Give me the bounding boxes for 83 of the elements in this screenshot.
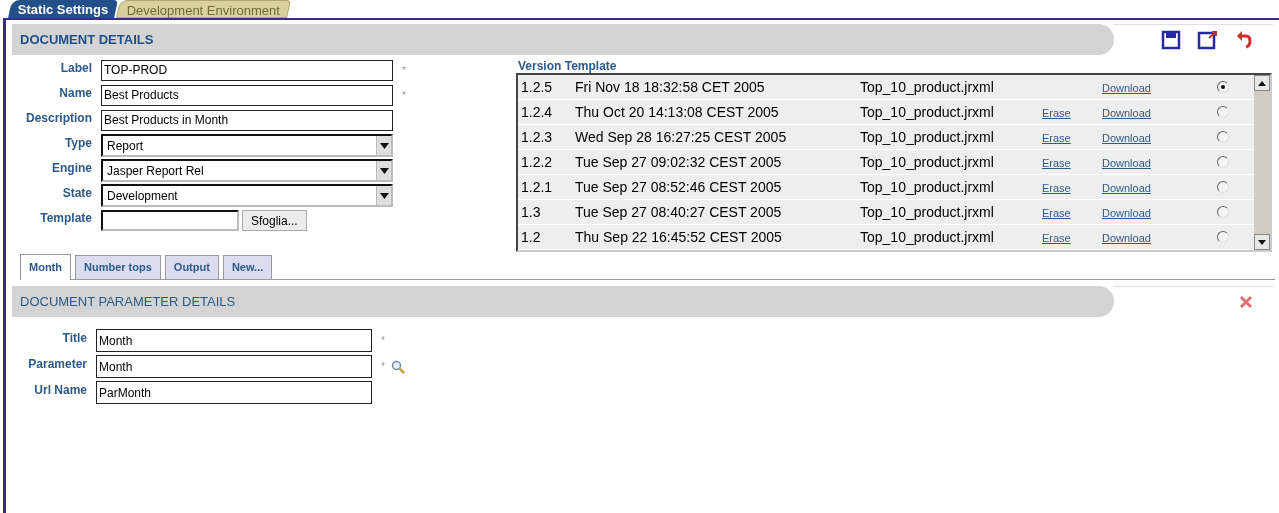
field-label: Template: [39, 210, 93, 227]
browse-button[interactable]: Sfoglia...: [242, 210, 307, 231]
section-title: DOCUMENT DETAILS: [20, 30, 154, 49]
file-cell-text: Top_10_product.jrxml: [860, 227, 995, 247]
file-cell-text: Top_10_product.jrxml: [860, 202, 995, 222]
field-label: Type: [63, 135, 93, 152]
radio-button[interactable]: [1217, 181, 1229, 193]
field-label: Label: [59, 60, 93, 77]
radio-button[interactable]: [1217, 156, 1229, 168]
save-icon[interactable]: [1161, 30, 1181, 50]
radio-button[interactable]: [1217, 131, 1229, 143]
field-label: Title: [61, 330, 88, 347]
text-field[interactable]: Best Products: [101, 85, 393, 106]
erase-link[interactable]: Erase: [1042, 156, 1071, 169]
download-link[interactable]: Download: [1102, 156, 1151, 169]
version-cell-text: 1.2.2: [520, 152, 554, 172]
file-cell-text: Top_10_product.jrxml: [860, 102, 995, 122]
main-tab[interactable]: Development Environment: [116, 0, 292, 18]
field-label: Engine: [51, 160, 93, 177]
scroll-up-arrow-icon[interactable]: [1258, 80, 1266, 86]
text-field[interactable]: Best Products in Month: [101, 110, 393, 131]
download-link[interactable]: Download: [1102, 231, 1151, 244]
parameter-tab[interactable]: Output: [164, 255, 219, 279]
parameter-tab[interactable]: Month: [20, 254, 71, 280]
date-cell-text: Fri Nov 18 18:32:58 CET 2005: [575, 77, 766, 97]
date-cell-text: Thu Sep 22 16:45:52 CEST 2005: [575, 227, 783, 247]
radio-button[interactable]: [1217, 106, 1229, 118]
download-link[interactable]: Download: [1102, 81, 1151, 94]
date-cell-text: Tue Sep 27 08:52:46 CEST 2005: [575, 177, 783, 197]
version-cell-text: 1.3: [520, 202, 542, 222]
field-label: State: [61, 185, 93, 202]
download-link[interactable]: Download: [1102, 106, 1151, 119]
erase-link[interactable]: Erase: [1042, 206, 1071, 219]
date-cell-text: Tue Sep 27 08:40:27 CEST 2005: [575, 202, 783, 222]
file-cell-text: Top_10_product.jrxml: [860, 177, 995, 197]
delete-icon[interactable]: [1239, 295, 1253, 309]
version-cell-text: 1.2.5: [520, 77, 554, 97]
field-label: Parameter: [27, 356, 88, 373]
erase-link[interactable]: Erase: [1042, 231, 1071, 244]
required-mark: *: [381, 360, 385, 374]
scroll-down-arrow-icon[interactable]: [1258, 239, 1266, 245]
download-link[interactable]: Download: [1102, 131, 1151, 144]
main-tab[interactable]: Static Settings: [8, 0, 119, 18]
version-cell-text: 1.2.1: [520, 177, 554, 197]
table-title: Version Template: [518, 58, 618, 73]
text-field[interactable]: ParMonth: [96, 381, 372, 404]
text-field[interactable]: Month: [96, 329, 372, 352]
download-link[interactable]: Download: [1102, 206, 1151, 219]
date-cell-text: Wed Sep 28 16:27:25 CEST 2005: [575, 127, 788, 147]
parameter-tab[interactable]: Number tops: [75, 255, 161, 279]
download-link[interactable]: Download: [1102, 181, 1151, 194]
file-path-field[interactable]: [101, 210, 239, 231]
dropdown[interactable]: Report: [101, 134, 393, 157]
text-field[interactable]: Month: [96, 355, 372, 378]
required-mark: *: [402, 64, 406, 78]
dropdown[interactable]: Jasper Report Rel: [101, 159, 393, 182]
radio-button[interactable]: [1217, 206, 1229, 218]
scrollbar[interactable]: [1254, 75, 1270, 250]
required-mark: *: [381, 334, 385, 348]
radio-button[interactable]: [1217, 81, 1229, 93]
file-cell-text: Top_10_product.jrxml: [860, 77, 995, 97]
version-cell-text: 1.2: [520, 227, 542, 247]
required-mark: *: [402, 89, 406, 103]
date-cell-text: Thu Oct 20 14:13:08 CEST 2005: [575, 102, 780, 122]
date-cell-text: Tue Sep 27 09:02:32 CEST 2005: [575, 152, 783, 172]
erase-link[interactable]: Erase: [1042, 181, 1071, 194]
version-cell-text: 1.2.3: [520, 127, 554, 147]
parameter-tab[interactable]: New...: [222, 255, 273, 279]
section-title: DOCUMENT PARAMETER DETAILS: [20, 292, 236, 311]
erase-link[interactable]: Erase: [1042, 106, 1071, 119]
field-label: Url Name: [33, 382, 88, 399]
search-icon[interactable]: [390, 359, 405, 374]
undo-arrow-icon[interactable]: [1235, 30, 1253, 50]
file-cell-text: Top_10_product.jrxml: [860, 152, 995, 172]
dropdown[interactable]: Development: [101, 184, 393, 207]
file-cell-text: Top_10_product.jrxml: [860, 127, 995, 147]
radio-button[interactable]: [1217, 231, 1229, 243]
erase-link[interactable]: Erase: [1042, 131, 1071, 144]
field-label: Description: [25, 110, 93, 127]
field-label: Name: [58, 85, 93, 102]
version-cell-text: 1.2.4: [520, 102, 554, 122]
text-field[interactable]: TOP-PROD: [101, 60, 393, 81]
save-export-icon[interactable]: [1197, 30, 1219, 50]
